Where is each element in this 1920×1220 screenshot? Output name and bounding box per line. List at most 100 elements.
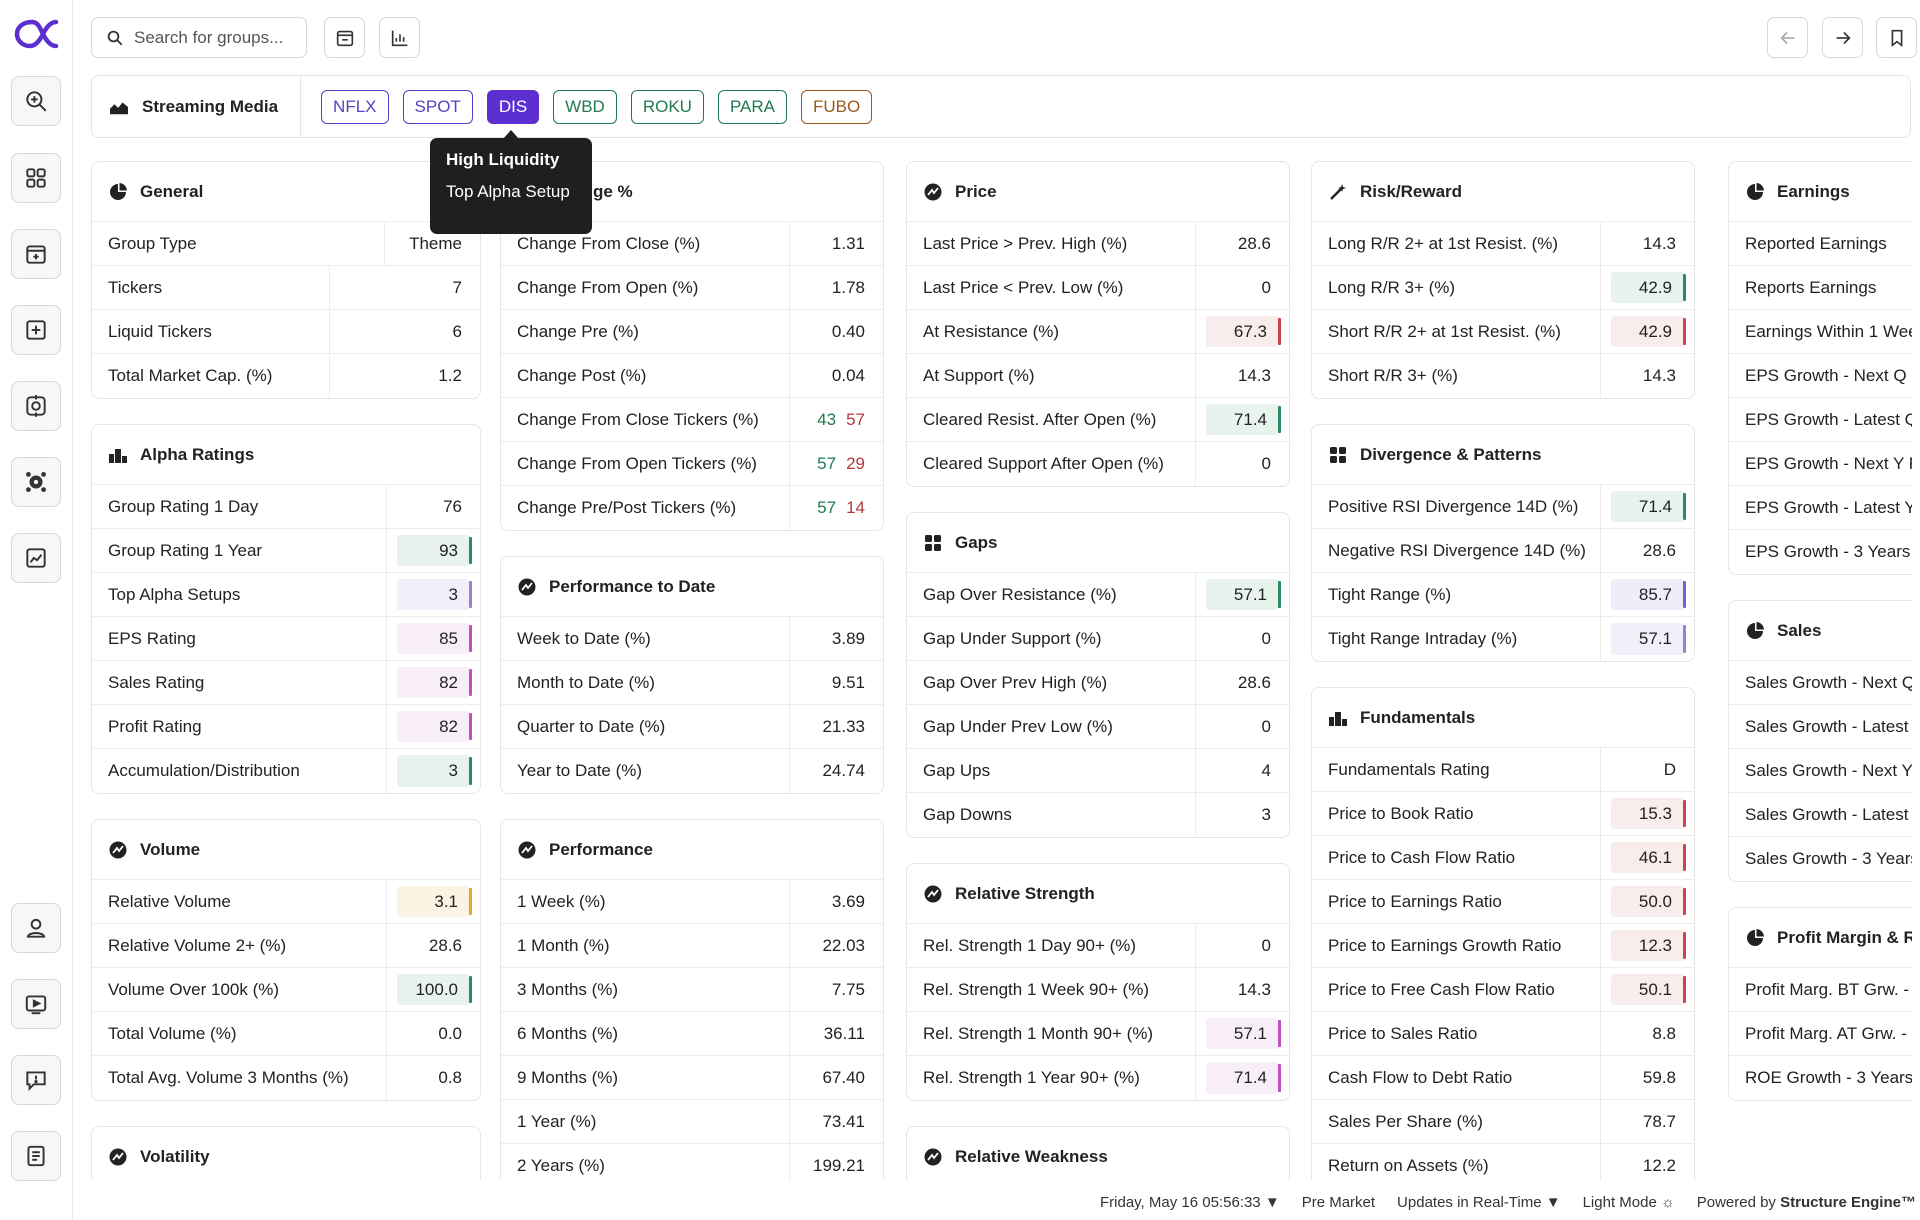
ticker-chip-roku[interactable]: ROKU: [630, 89, 704, 124]
table-row[interactable]: Earnings Within 1 Wee: [1729, 310, 1912, 354]
table-row[interactable]: Group Rating 1 Year 93: [92, 529, 480, 573]
table-row[interactable]: Short R/R 3+ (%) 14.3: [1312, 354, 1694, 398]
table-row[interactable]: Tickers 7: [92, 266, 480, 310]
table-row[interactable]: Total Volume (%) 0.0: [92, 1012, 480, 1056]
table-row[interactable]: Quarter to Date (%) 21.33: [501, 705, 883, 749]
zoom-icon[interactable]: [11, 76, 61, 126]
table-row[interactable]: Gap Ups 4: [907, 749, 1289, 793]
table-row[interactable]: Cleared Resist. After Open (%) 71.4: [907, 398, 1289, 442]
table-row[interactable]: Week to Date (%) 3.89: [501, 617, 883, 661]
document-icon[interactable]: [11, 1131, 61, 1181]
table-row[interactable]: Profit Rating 82: [92, 705, 480, 749]
table-row[interactable]: Sales Growth - Latest: [1729, 705, 1912, 749]
ticker-chip-nflx[interactable]: NFLX: [321, 89, 389, 124]
ticker-chip-dis[interactable]: DIS: [486, 89, 540, 124]
table-row[interactable]: 1 Week (%) 3.69: [501, 880, 883, 924]
table-row[interactable]: 9 Months (%) 67.40: [501, 1056, 883, 1100]
table-row[interactable]: Group Rating 1 Day 76: [92, 485, 480, 529]
user-icon[interactable]: [11, 903, 61, 953]
table-row[interactable]: Total Market Cap. (%) 1.2: [92, 354, 480, 398]
target-icon[interactable]: [11, 381, 61, 431]
table-row[interactable]: Relative Volume 3.1: [92, 880, 480, 924]
table-row[interactable]: At Resistance (%) 67.3: [907, 310, 1289, 354]
table-row[interactable]: Sales Growth - Next Q: [1729, 661, 1912, 705]
table-row[interactable]: Reports Earnings: [1729, 266, 1912, 310]
table-row[interactable]: Last Price < Prev. Low (%) 0: [907, 266, 1289, 310]
table-row[interactable]: Fundamentals Rating D: [1312, 748, 1694, 792]
table-row[interactable]: Gap Over Prev High (%) 28.6: [907, 661, 1289, 705]
table-row[interactable]: Accumulation/Distribution 3: [92, 749, 480, 793]
table-row[interactable]: EPS Growth - Latest Y: [1729, 486, 1912, 530]
calendar-add-icon[interactable]: [11, 229, 61, 279]
table-row[interactable]: Negative RSI Divergence 14D (%) 28.6: [1312, 529, 1694, 573]
table-row[interactable]: Gap Downs 3: [907, 793, 1289, 837]
table-row[interactable]: Price to Earnings Ratio 50.0: [1312, 880, 1694, 924]
table-row[interactable]: Rel. Strength 1 Day 90+ (%) 0: [907, 924, 1289, 968]
ticker-chip-fubo[interactable]: FUBO: [801, 89, 873, 124]
calendar-button[interactable]: [324, 17, 365, 58]
table-row[interactable]: Sales Per Share (%) 78.7: [1312, 1100, 1694, 1144]
table-row[interactable]: Long R/R 3+ (%) 42.9: [1312, 266, 1694, 310]
add-box-icon[interactable]: [11, 305, 61, 355]
table-row[interactable]: Volume Over 100k (%) 100.0: [92, 968, 480, 1012]
table-row[interactable]: Sales Growth - Latest: [1729, 793, 1912, 837]
table-row[interactable]: Cash Flow to Debt Ratio 59.8: [1312, 1056, 1694, 1100]
updates-dropdown[interactable]: Updates in Real-Time ▼: [1397, 1194, 1561, 1211]
table-row[interactable]: Change Pre/Post Tickers (%) 57 14: [501, 486, 883, 530]
chart-button[interactable]: [379, 17, 420, 58]
ticker-chip-para[interactable]: PARA: [717, 89, 787, 124]
table-row[interactable]: Cleared Support After Open (%) 0: [907, 442, 1289, 486]
table-row[interactable]: Sales Growth - Next Y: [1729, 749, 1912, 793]
table-row[interactable]: Price to Sales Ratio 8.8: [1312, 1012, 1694, 1056]
table-row[interactable]: Change From Open (%) 1.78: [501, 266, 883, 310]
table-row[interactable]: Price to Earnings Growth Ratio 12.3: [1312, 924, 1694, 968]
datetime-dropdown[interactable]: Friday, May 16 05:56:33 ▼: [1100, 1194, 1280, 1211]
back-button[interactable]: [1767, 17, 1808, 58]
table-row[interactable]: Change Post (%) 0.04: [501, 354, 883, 398]
table-row[interactable]: Short R/R 2+ at 1st Resist. (%) 42.9: [1312, 310, 1694, 354]
table-row[interactable]: Price to Free Cash Flow Ratio 50.1: [1312, 968, 1694, 1012]
table-row[interactable]: Change From Open Tickers (%) 57 29: [501, 442, 883, 486]
table-row[interactable]: EPS Growth - Next Y F: [1729, 442, 1912, 486]
table-row[interactable]: Long R/R 2+ at 1st Resist. (%) 14.3: [1312, 222, 1694, 266]
table-row[interactable]: Price to Cash Flow Ratio 46.1: [1312, 836, 1694, 880]
table-row[interactable]: Return on Assets (%) 12.2: [1312, 1144, 1694, 1180]
table-row[interactable]: Relative Volume 2+ (%) 28.6: [92, 924, 480, 968]
ticker-chip-spot[interactable]: SPOT: [402, 89, 473, 124]
table-row[interactable]: Change From Close Tickers (%) 43 57: [501, 398, 883, 442]
search-input[interactable]: [134, 27, 294, 48]
table-row[interactable]: Profit Marg. BT Grw. -: [1729, 968, 1912, 1012]
feedback-icon[interactable]: [11, 1055, 61, 1105]
table-row[interactable]: Reported Earnings: [1729, 222, 1912, 266]
table-row[interactable]: Rel. Strength 1 Week 90+ (%) 14.3: [907, 968, 1289, 1012]
table-row[interactable]: Month to Date (%) 9.51: [501, 661, 883, 705]
table-row[interactable]: Rel. Strength 1 Month 90+ (%) 57.1: [907, 1012, 1289, 1056]
video-icon[interactable]: [11, 979, 61, 1029]
table-row[interactable]: Total Avg. Volume 3 Months (%) 0.8: [92, 1056, 480, 1100]
table-row[interactable]: 2 Years (%) 199.21: [501, 1144, 883, 1180]
table-row[interactable]: 1 Month (%) 22.03: [501, 924, 883, 968]
table-row[interactable]: 6 Months (%) 36.11: [501, 1012, 883, 1056]
table-row[interactable]: Sales Growth - 3 Years: [1729, 837, 1912, 881]
table-row[interactable]: Top Alpha Setups 3: [92, 573, 480, 617]
table-row[interactable]: Liquid Tickers 6: [92, 310, 480, 354]
table-row[interactable]: Change Pre (%) 0.40: [501, 310, 883, 354]
chart-add-icon[interactable]: [11, 533, 61, 583]
theme-toggle[interactable]: Light Mode ☼: [1583, 1194, 1675, 1211]
table-row[interactable]: Rel. Strength 1 Year 90+ (%) 71.4: [907, 1056, 1289, 1100]
bookmark-button[interactable]: [1876, 17, 1917, 58]
table-row[interactable]: EPS Growth - 3 Years: [1729, 530, 1912, 574]
table-row[interactable]: Last Price > Prev. High (%) 28.6: [907, 222, 1289, 266]
table-row[interactable]: EPS Rating 85: [92, 617, 480, 661]
table-row[interactable]: EPS Growth - Latest Q: [1729, 398, 1912, 442]
table-row[interactable]: Year to Date (%) 24.74: [501, 749, 883, 793]
table-row[interactable]: Sales Rating 82: [92, 661, 480, 705]
table-row[interactable]: Price to Book Ratio 15.3: [1312, 792, 1694, 836]
table-row[interactable]: Gap Under Support (%) 0: [907, 617, 1289, 661]
table-row[interactable]: Tight Range (%) 85.7: [1312, 573, 1694, 617]
table-row[interactable]: Gap Over Resistance (%) 57.1: [907, 573, 1289, 617]
table-row[interactable]: EPS Growth - Next Q F: [1729, 354, 1912, 398]
bug-icon[interactable]: [11, 457, 61, 507]
table-row[interactable]: At Support (%) 14.3: [907, 354, 1289, 398]
table-row[interactable]: 1 Year (%) 73.41: [501, 1100, 883, 1144]
